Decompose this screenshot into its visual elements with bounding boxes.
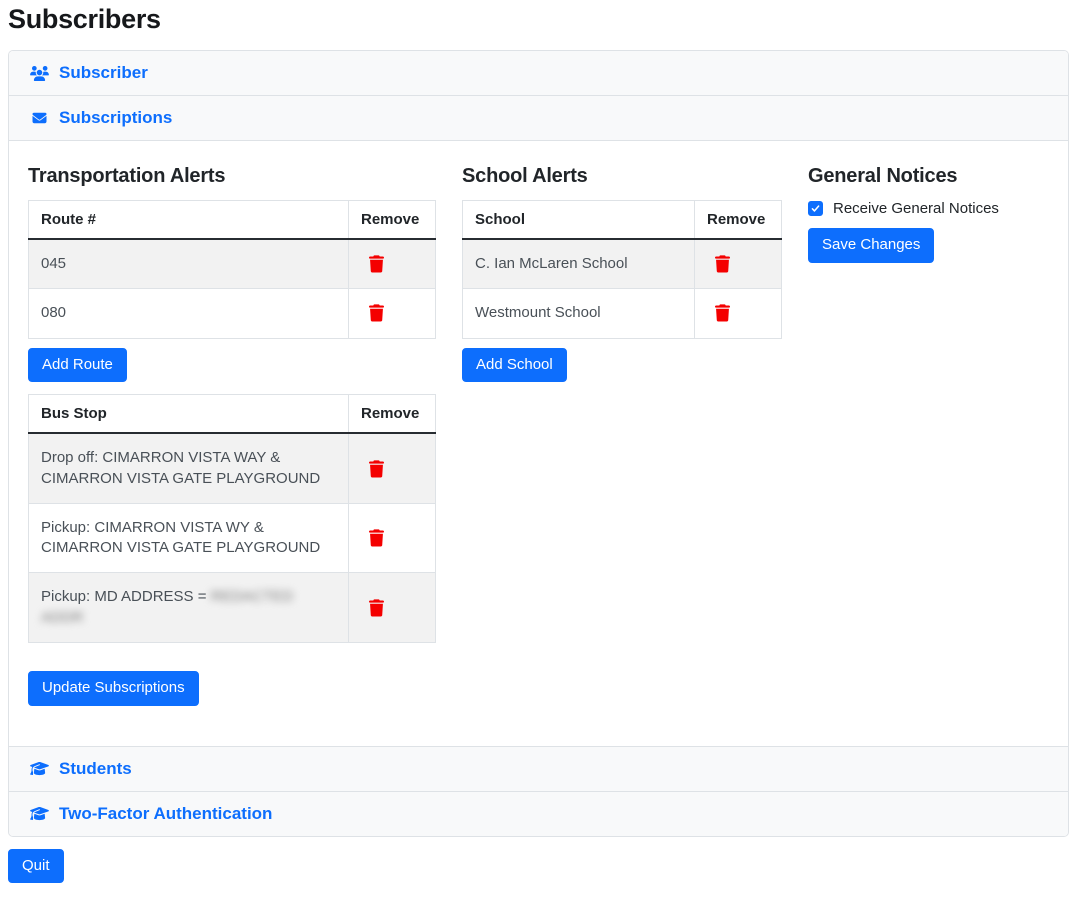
remove-button[interactable] (369, 460, 384, 478)
trash-icon (369, 529, 384, 547)
table-row: Pickup: MD ADDRESS = REDACTED ADDR (29, 573, 436, 643)
quit-button[interactable]: Quit (8, 849, 64, 884)
route-table: Route # Remove 045080 (28, 200, 436, 339)
accordion-label-subscriber: Subscriber (59, 63, 148, 83)
bus-stop-cell: Pickup: MD ADDRESS = REDACTED ADDR (29, 573, 349, 643)
table-row: 045 (29, 239, 436, 289)
accordion-header-students[interactable]: Students (9, 747, 1068, 792)
school-name-cell: C. Ian McLaren School (463, 239, 695, 289)
graduation-cap-icon (29, 806, 49, 821)
receive-general-notices-label: Receive General Notices (833, 200, 999, 217)
add-school-button[interactable]: Add School (462, 348, 567, 383)
add-route-button[interactable]: Add Route (28, 348, 127, 383)
bus-stop-cell: Drop off: CIMARRON VISTA WAY & CIMARRON … (29, 433, 349, 503)
remove-button[interactable] (715, 304, 730, 322)
school-table-header-row: School Remove (463, 201, 782, 240)
accordion-label-students: Students (59, 759, 132, 779)
accordion-header-two-factor[interactable]: Two-Factor Authentication (9, 792, 1068, 836)
bus-stop-table: Bus Stop Remove Drop off: CIMARRON VISTA… (28, 394, 436, 643)
remove-cell (349, 503, 436, 573)
route-table-header-row: Route # Remove (29, 201, 436, 240)
bus-stop-table-header-row: Bus Stop Remove (29, 395, 436, 434)
trash-icon (715, 304, 730, 322)
envelope-icon (29, 111, 49, 125)
bus-stop-column-header: Bus Stop (29, 395, 349, 434)
remove-cell (695, 239, 782, 289)
general-notices-section: General Notices Receive General Notices … (808, 165, 1049, 706)
remove-button[interactable] (369, 599, 384, 617)
remove-cell (349, 433, 436, 503)
school-alerts-section: School Alerts School Remove C. Ian McLar… (462, 165, 782, 706)
bus-stop-text: Pickup: MD ADDRESS = (41, 588, 211, 605)
save-changes-button[interactable]: Save Changes (808, 228, 934, 263)
remove-column-header: Remove (349, 395, 436, 434)
trash-icon (369, 304, 384, 322)
route-number-column-header: Route # (29, 201, 349, 240)
school-table: School Remove C. Ian McLaren SchoolWestm… (462, 200, 782, 339)
transportation-alerts-heading: Transportation Alerts (28, 165, 436, 188)
trash-icon (369, 599, 384, 617)
school-name-cell: Westmount School (463, 289, 695, 338)
route-number-cell: 045 (29, 239, 349, 289)
remove-column-header: Remove (695, 201, 782, 240)
trash-icon (715, 255, 730, 273)
school-column-header: School (463, 201, 695, 240)
route-number-cell: 080 (29, 289, 349, 338)
remove-cell (695, 289, 782, 338)
school-alerts-heading: School Alerts (462, 165, 782, 188)
remove-cell (349, 573, 436, 643)
table-row: Pickup: CIMARRON VISTA WY & CIMARRON VIS… (29, 503, 436, 573)
remove-cell (349, 239, 436, 289)
subscriber-accordion: Subscriber Subscriptions Transportation … (8, 50, 1069, 837)
remove-cell (349, 289, 436, 338)
transportation-alerts-section: Transportation Alerts Route # Remove 045… (28, 165, 436, 706)
receive-general-notices-checkbox[interactable] (808, 201, 823, 216)
users-icon (29, 66, 49, 81)
accordion-header-subscriber[interactable]: Subscriber (9, 51, 1068, 96)
trash-icon (369, 460, 384, 478)
check-icon (810, 203, 821, 214)
subscribers-page: Subscribers Subscriber Subscriptions Tra… (8, 4, 1069, 883)
remove-button[interactable] (369, 255, 384, 273)
bus-stop-cell: Pickup: CIMARRON VISTA WY & CIMARRON VIS… (29, 503, 349, 573)
remove-button[interactable] (369, 529, 384, 547)
update-subscriptions-button[interactable]: Update Subscriptions (28, 671, 199, 706)
receive-general-notices-row: Receive General Notices (808, 200, 1049, 217)
subscriptions-panel: Transportation Alerts Route # Remove 045… (9, 141, 1068, 747)
trash-icon (369, 255, 384, 273)
table-row: C. Ian McLaren School (463, 239, 782, 289)
table-row: Drop off: CIMARRON VISTA WAY & CIMARRON … (29, 433, 436, 503)
remove-button[interactable] (369, 304, 384, 322)
page-title: Subscribers (8, 4, 1069, 35)
accordion-label-subscriptions: Subscriptions (59, 108, 172, 128)
remove-column-header: Remove (349, 201, 436, 240)
table-row: Westmount School (463, 289, 782, 338)
general-notices-heading: General Notices (808, 165, 1049, 188)
accordion-label-two-factor: Two-Factor Authentication (59, 804, 272, 824)
accordion-header-subscriptions[interactable]: Subscriptions (9, 96, 1068, 141)
table-row: 080 (29, 289, 436, 338)
remove-button[interactable] (715, 255, 730, 273)
graduation-cap-icon (29, 761, 49, 776)
